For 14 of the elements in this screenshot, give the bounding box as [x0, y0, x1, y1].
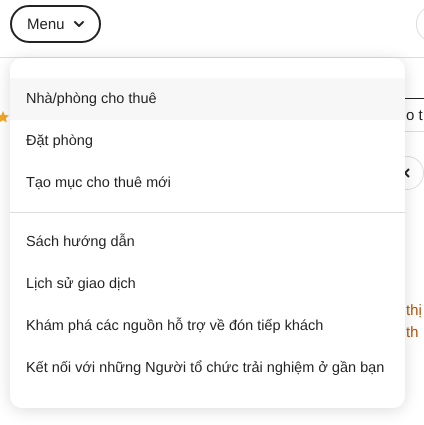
star-icon	[0, 111, 9, 123]
chevron-left-icon	[403, 167, 411, 179]
menu-item[interactable]: Kết nối với những Người tổ chức trải nghiệm ở gần bạn	[10, 347, 405, 389]
body-text: thị	[405, 301, 423, 321]
menu-button[interactable]: Menu	[10, 5, 101, 43]
menu-item[interactable]: Sách hướng dẫn	[10, 221, 405, 263]
menu-item[interactable]: Đặt phòng	[10, 120, 405, 162]
chevron-down-icon	[72, 20, 85, 28]
body-text: th	[405, 323, 420, 343]
tab-label[interactable]: o t	[403, 106, 423, 124]
menu-item[interactable]: Lịch sử giao dịch	[10, 263, 405, 305]
menu-item[interactable]: Khám phá các nguồn hỗ trợ về đón tiếp khách	[10, 305, 405, 347]
menu-item[interactable]: Nhà/phòng cho thuê	[10, 78, 405, 120]
menu-item[interactable]: Tạo mục cho thuê mới	[10, 162, 405, 204]
